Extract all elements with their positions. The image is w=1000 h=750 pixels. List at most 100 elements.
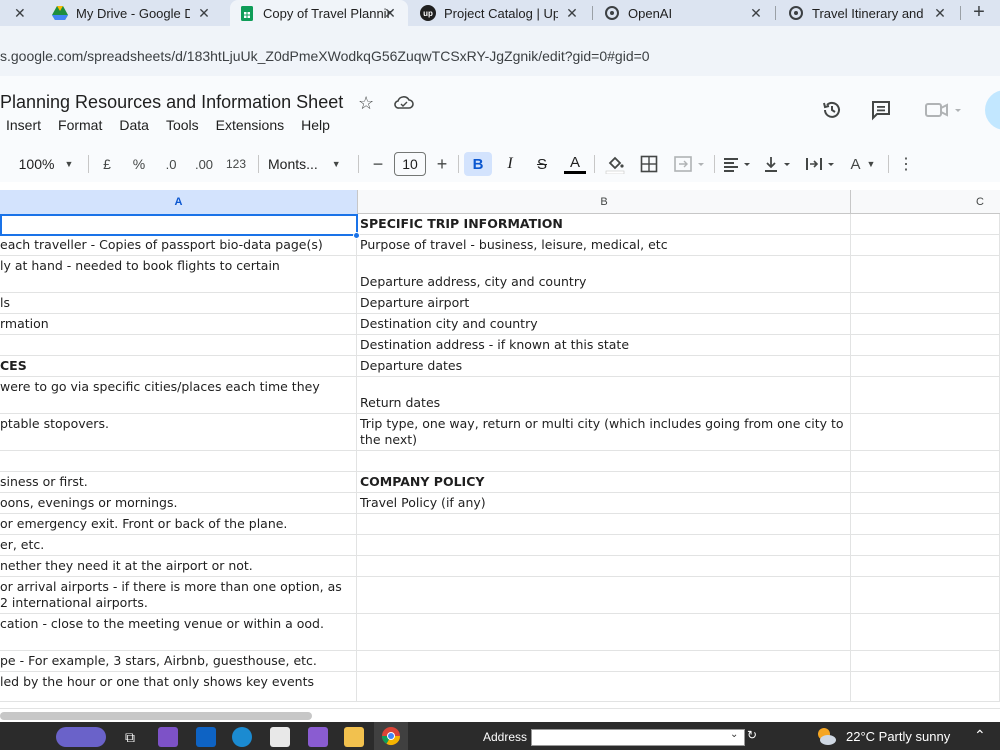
app-icon[interactable] xyxy=(308,727,328,747)
cell-a[interactable] xyxy=(0,335,357,355)
tab-travel-planning[interactable]: Copy of Travel Plannin ✕ xyxy=(230,0,408,26)
vertical-align-icon[interactable] xyxy=(762,152,794,176)
zoom-dropdown[interactable]: 100% ▼ xyxy=(14,152,78,176)
cell-b[interactable] xyxy=(357,577,851,613)
taskbar-address-input[interactable] xyxy=(531,729,745,746)
tab-close-icon[interactable]: ✕ xyxy=(748,5,764,21)
cell-c[interactable] xyxy=(851,214,1000,234)
cell-c[interactable] xyxy=(851,314,1000,334)
cell-a[interactable]: cation - close to the meeting venue or w… xyxy=(0,614,357,650)
edge-icon[interactable] xyxy=(232,727,252,747)
cloud-saved-icon[interactable] xyxy=(393,93,415,111)
cell-a[interactable]: oons, evenings or mornings. xyxy=(0,493,357,513)
cell-b[interactable] xyxy=(357,672,851,701)
cell-b[interactable]: Travel Policy (if any) xyxy=(357,493,851,513)
increase-font-size-button[interactable]: + xyxy=(432,152,452,176)
menu-tools[interactable]: Tools xyxy=(166,117,199,133)
outlook-icon[interactable] xyxy=(196,727,216,747)
cell-a[interactable]: siness or first. xyxy=(0,472,357,492)
cell-c[interactable] xyxy=(851,577,1000,613)
format-currency-button[interactable]: £ xyxy=(98,152,116,176)
cell-c[interactable] xyxy=(851,414,1000,450)
cell-c[interactable] xyxy=(851,651,1000,671)
cell-b[interactable]: Return dates xyxy=(357,377,851,413)
cell-c[interactable] xyxy=(851,377,1000,413)
merge-cells-icon[interactable] xyxy=(672,152,708,176)
cell-a[interactable]: CES xyxy=(0,356,357,376)
decrease-decimal-button[interactable]: .0 xyxy=(160,152,182,176)
cell-c[interactable] xyxy=(851,335,1000,355)
cell-b[interactable]: Departure airport xyxy=(357,293,851,313)
more-formats-button[interactable]: 123 xyxy=(224,152,248,176)
cell-b[interactable] xyxy=(357,651,851,671)
cell-a[interactable]: nether they need it at the airport or no… xyxy=(0,556,357,576)
star-icon[interactable]: ☆ xyxy=(358,93,374,114)
chevron-up-icon[interactable]: ⌃ xyxy=(974,727,986,744)
cell-c[interactable] xyxy=(851,514,1000,534)
horizontal-align-icon[interactable] xyxy=(722,152,754,176)
menu-format[interactable]: Format xyxy=(58,117,102,133)
cell-c[interactable] xyxy=(851,356,1000,376)
tab-close-icon[interactable]: ✕ xyxy=(932,5,948,21)
decrease-font-size-button[interactable]: − xyxy=(368,152,388,176)
cell-a[interactable]: or arrival airports - if there is more t… xyxy=(0,577,357,613)
cell-b[interactable] xyxy=(357,535,851,555)
italic-button[interactable]: I xyxy=(500,152,520,176)
menu-help[interactable]: Help xyxy=(301,117,330,133)
file-explorer-icon[interactable] xyxy=(344,727,364,747)
cell-a[interactable]: rmation xyxy=(0,314,357,334)
scrollbar-thumb[interactable] xyxy=(0,712,312,720)
cell-a[interactable]: ly at hand - needed to book flights to c… xyxy=(0,256,357,292)
chrome-taskbar-button[interactable] xyxy=(374,722,408,750)
new-tab-button[interactable]: + xyxy=(968,2,990,24)
tab-openai[interactable]: OpenAI ✕ xyxy=(604,0,764,26)
tab-upwork[interactable]: up Project Catalog | Upw ✕ xyxy=(420,0,580,26)
menu-insert[interactable]: Insert xyxy=(6,117,41,133)
cell-b[interactable]: Departure dates xyxy=(357,356,851,376)
cell-c[interactable] xyxy=(851,556,1000,576)
text-wrapping-icon[interactable] xyxy=(804,152,838,176)
tab-close-icon[interactable]: ✕ xyxy=(14,5,26,22)
cell-a[interactable]: ls xyxy=(0,293,357,313)
cell-b[interactable] xyxy=(357,514,851,534)
cell-c[interactable] xyxy=(851,472,1000,492)
format-percent-button[interactable]: % xyxy=(130,152,148,176)
weather-icon[interactable] xyxy=(815,726,837,746)
cell-a[interactable]: were to go via specific cities/places ea… xyxy=(0,377,357,413)
borders-icon[interactable] xyxy=(638,152,660,176)
column-header-c[interactable]: C xyxy=(851,190,1000,214)
app-icon[interactable] xyxy=(158,727,178,747)
cell-b[interactable]: Trip type, one way, return or multi city… xyxy=(357,414,851,450)
bold-button[interactable]: B xyxy=(464,152,492,176)
font-family-dropdown[interactable]: Monts... ▼ xyxy=(268,152,348,176)
more-options-icon[interactable]: ⋮ xyxy=(896,152,916,176)
cell-b[interactable]: Departure address, city and country xyxy=(357,256,851,292)
horizontal-scrollbar[interactable] xyxy=(0,708,1000,722)
cell-c[interactable] xyxy=(851,451,1000,471)
cell-b[interactable] xyxy=(357,451,851,471)
fill-color-icon[interactable] xyxy=(604,152,626,176)
tab-travel-itinerary[interactable]: Travel Itinerary and E ✕ xyxy=(788,0,948,26)
store-icon[interactable] xyxy=(270,727,290,747)
url-field[interactable]: s.google.com/spreadsheets/d/183htLjuUk_Z… xyxy=(0,48,650,64)
text-color-button[interactable]: A xyxy=(564,152,586,176)
refresh-icon[interactable]: ↻ xyxy=(747,728,757,742)
menu-extensions[interactable]: Extensions xyxy=(216,117,284,133)
increase-decimal-button[interactable]: .00 xyxy=(192,152,216,176)
column-header-a[interactable]: A xyxy=(0,190,358,214)
cell-a[interactable]: or emergency exit. Front or back of the … xyxy=(0,514,357,534)
strikethrough-button[interactable]: S xyxy=(532,152,552,176)
font-size-input[interactable]: 10 xyxy=(394,152,426,176)
cell-c[interactable] xyxy=(851,493,1000,513)
fill-handle[interactable] xyxy=(353,232,360,239)
cell-c[interactable] xyxy=(851,235,1000,255)
meet-video-icon[interactable] xyxy=(924,98,966,122)
cell-a[interactable]: pe - For example, 3 stars, Airbnb, guest… xyxy=(0,651,357,671)
comments-icon[interactable] xyxy=(869,98,893,122)
cell-c[interactable] xyxy=(851,672,1000,701)
tab-close-icon[interactable]: ✕ xyxy=(196,5,212,21)
cell-c[interactable] xyxy=(851,256,1000,292)
cell-a[interactable]: led by the hour or one that only shows k… xyxy=(0,672,357,701)
cell-a[interactable]: each traveller - Copies of passport bio-… xyxy=(0,235,357,255)
cell-a[interactable] xyxy=(0,451,357,471)
